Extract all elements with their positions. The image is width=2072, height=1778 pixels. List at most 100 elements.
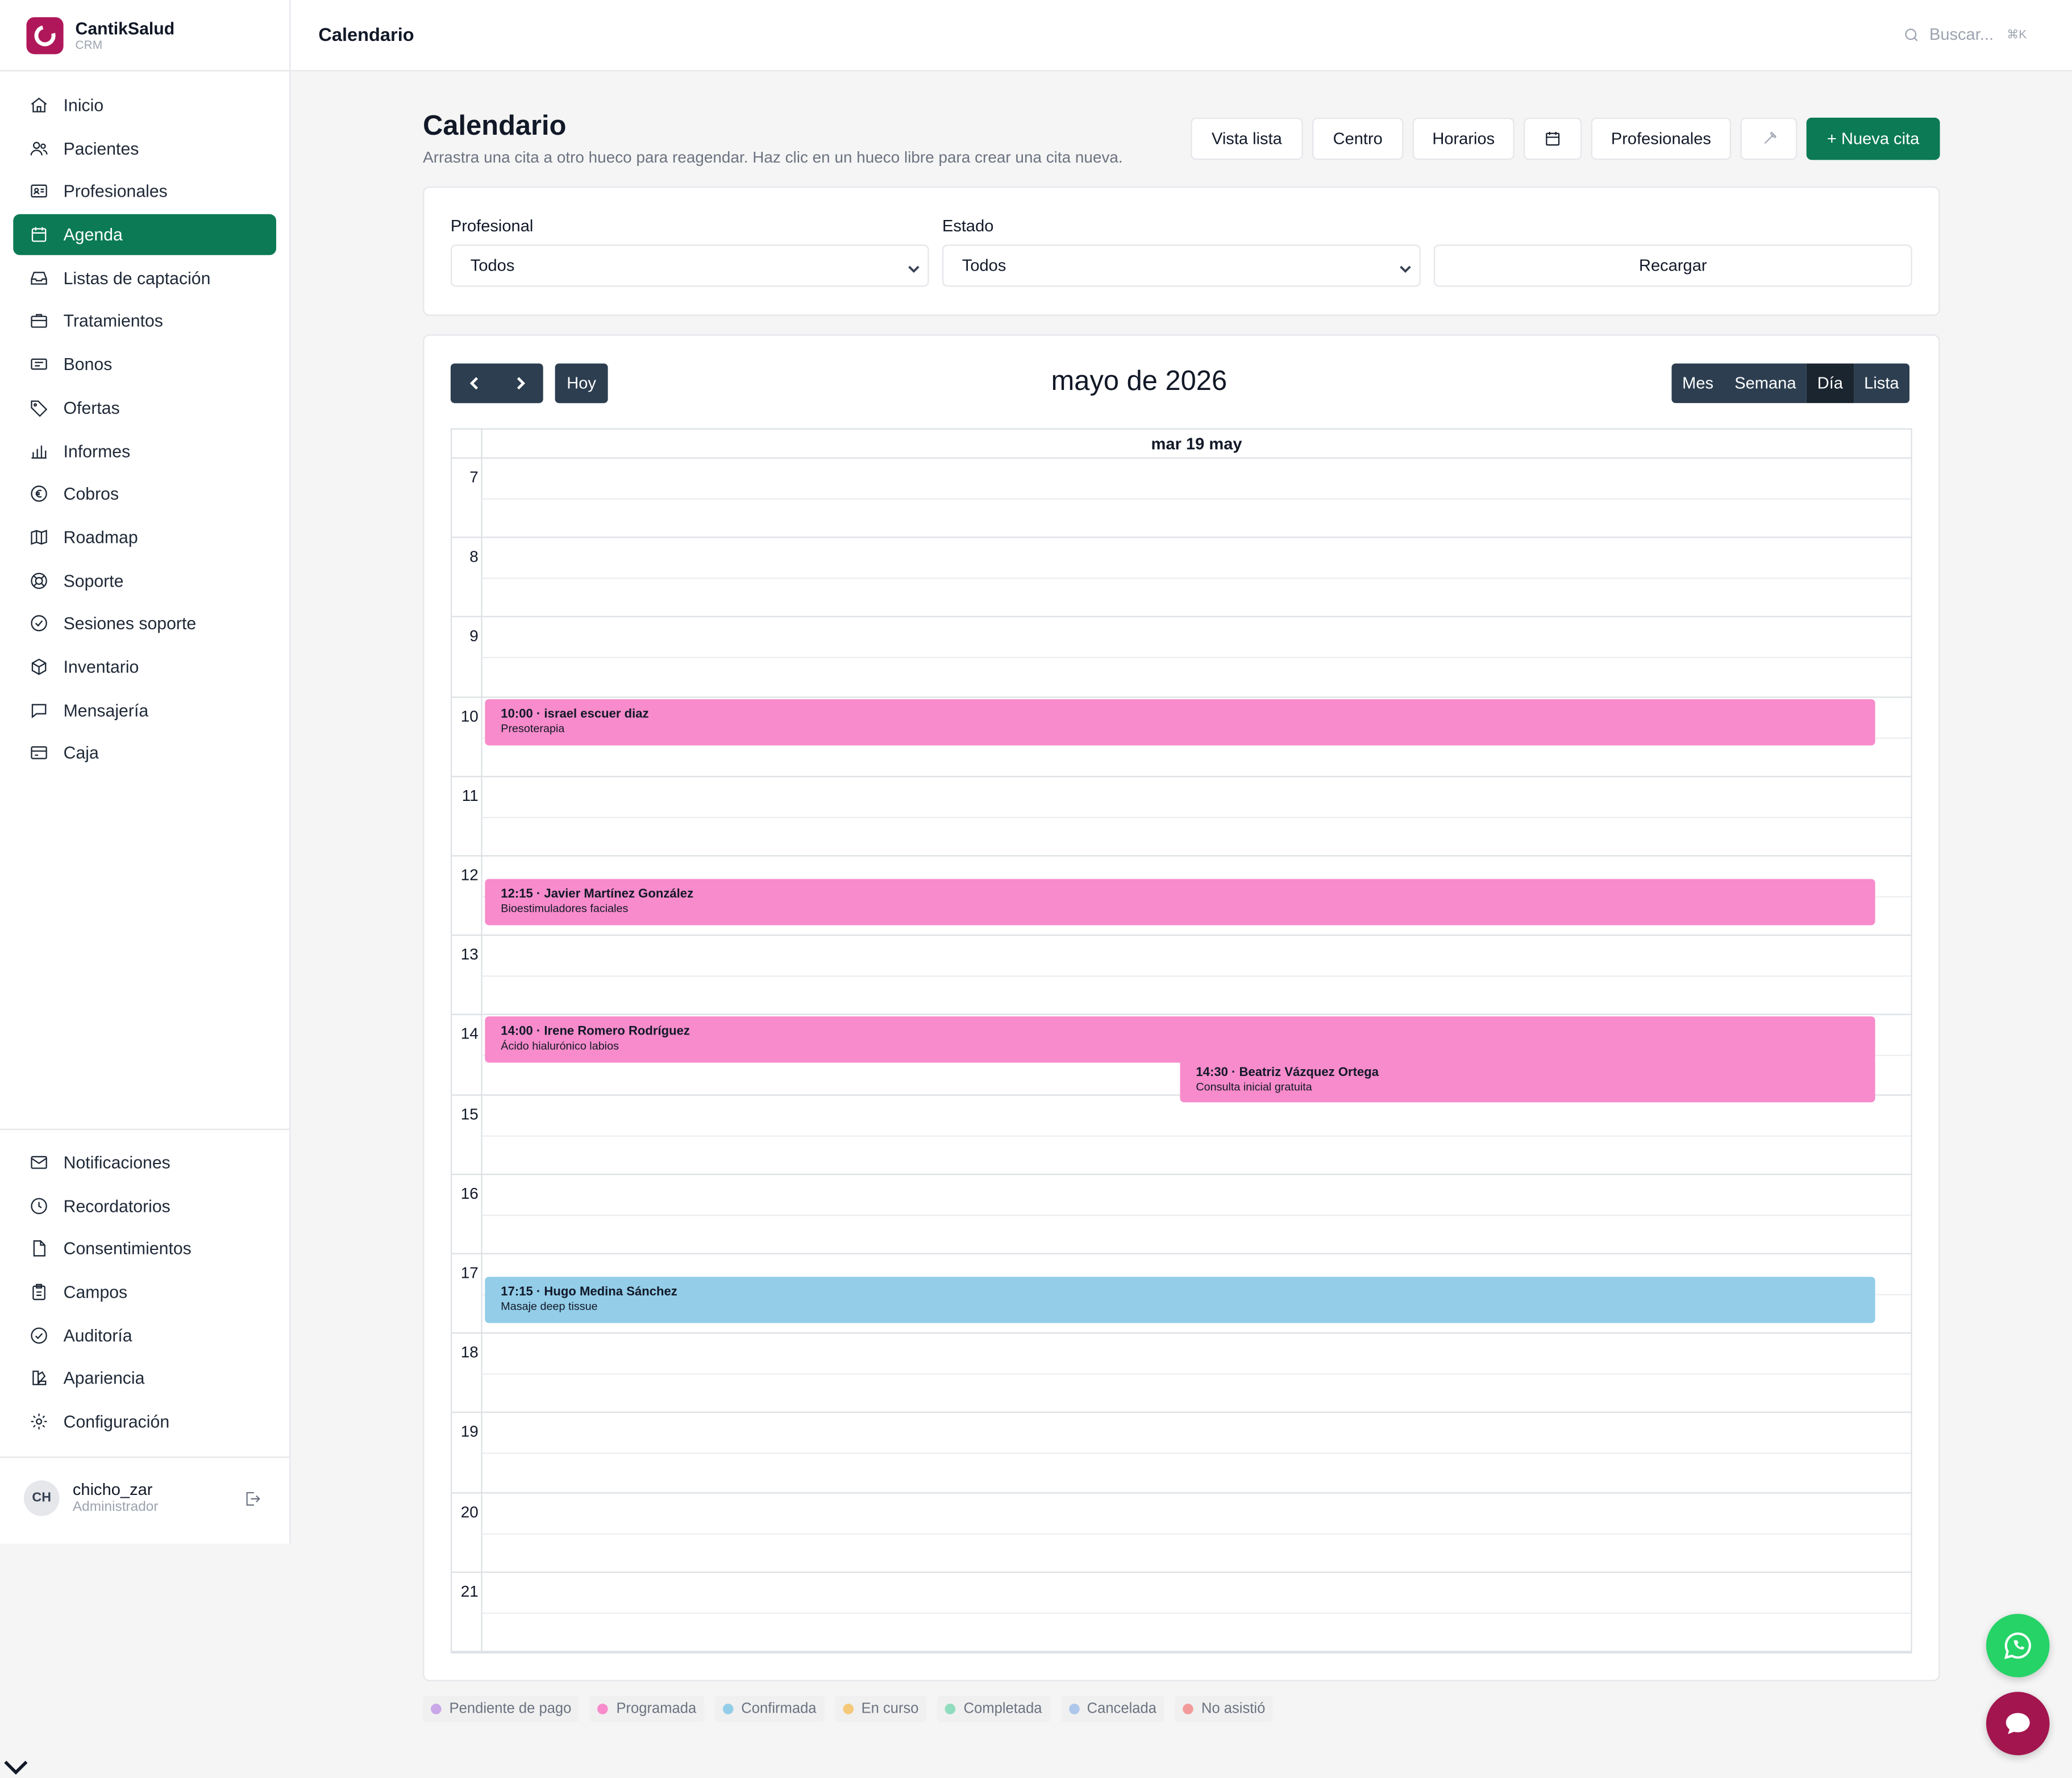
sidebar-item-caja[interactable]: Caja <box>13 733 276 774</box>
legend-label: Pendiente de pago <box>449 1701 572 1717</box>
sidebar-item-bonos[interactable]: Bonos <box>13 344 276 385</box>
sidebar-item-inventario[interactable]: Inventario <box>13 646 276 687</box>
sidebar-item-label: Agenda <box>63 225 123 245</box>
legend-item: No asistió <box>1175 1696 1274 1722</box>
new-appointment-button[interactable]: + Nueva cita <box>1806 117 1940 160</box>
legend-label: Confirmada <box>741 1701 817 1717</box>
sidebar-item-roadmap[interactable]: Roadmap <box>13 517 276 558</box>
prev-button[interactable] <box>451 363 497 403</box>
chevron-left-icon <box>469 377 477 390</box>
hour-row[interactable]: 15 <box>452 1095 1911 1175</box>
sidebar-item-agenda[interactable]: Agenda <box>13 214 276 255</box>
hour-row[interactable]: 18 <box>452 1334 1911 1414</box>
hour-row[interactable]: 11 <box>452 777 1911 857</box>
sidebar-item-auditoria[interactable]: Auditoría <box>13 1315 276 1356</box>
file-icon <box>28 1239 49 1260</box>
hour-row[interactable]: 9 <box>452 618 1911 697</box>
user-profile[interactable]: CH chicho_zar Administrador <box>23 1480 268 1517</box>
brand-name: CantikSalud <box>75 18 175 38</box>
appointment-event[interactable]: 12:15 · Javier Martínez González Bioestim… <box>485 878 1875 925</box>
sidebar-item-recordatorios[interactable]: Recordatorios <box>13 1185 276 1226</box>
professional-select-value: Todos <box>470 256 515 275</box>
sidebar-item-pacientes[interactable]: Pacientes <box>13 128 276 169</box>
logout-icon[interactable] <box>243 1490 262 1509</box>
legend-item: Confirmada <box>714 1696 825 1722</box>
legend-dot-icon <box>1183 1704 1194 1714</box>
check-circle-icon <box>28 613 49 634</box>
sidebar-item-soporte[interactable]: Soporte <box>13 560 276 601</box>
inbox-icon <box>28 267 49 288</box>
today-button[interactable]: Hoy <box>555 363 608 404</box>
hour-row[interactable]: 21 <box>452 1573 1911 1652</box>
chevron-right-icon <box>516 377 525 390</box>
sidebar-item-tratamientos[interactable]: Tratamientos <box>13 301 276 342</box>
credit-card-icon <box>28 742 49 763</box>
id-card-icon <box>28 181 49 202</box>
hour-label: 7 <box>469 468 479 487</box>
sidebar-item-label: Configuración <box>63 1411 170 1432</box>
sidebar-item-configuracion[interactable]: Configuración <box>13 1401 276 1442</box>
brand[interactable]: CantikSalud CRM <box>0 0 290 72</box>
sidebar-item-label: Soporte <box>63 570 124 591</box>
appointment-event[interactable]: 14:30 · Beatriz Vázquez Ortega Consulta i… <box>1180 1057 1875 1103</box>
sidebar-item-campos[interactable]: Campos <box>13 1272 276 1312</box>
box-icon <box>28 656 49 677</box>
day-header-label: mar 19 may <box>1151 435 1242 454</box>
professionals-button[interactable]: Profesionales <box>1591 117 1732 160</box>
sidebar-item-profesionales[interactable]: Profesionales <box>13 171 276 212</box>
hour-row[interactable]: 20 <box>452 1493 1911 1573</box>
appointment-title: 12:15 · Javier Martínez González <box>501 886 694 902</box>
tools-button[interactable] <box>1740 117 1798 160</box>
hour-row[interactable]: 19 <box>452 1414 1911 1493</box>
schedules-button[interactable]: Horarios <box>1412 117 1515 160</box>
view-list-button[interactable]: Lista <box>1853 363 1910 404</box>
sidebar-item-sesiones-soporte[interactable]: Sesiones soporte <box>13 603 276 644</box>
appointment-title: 14:30 · Beatriz Vázquez Ortega <box>1196 1065 1379 1079</box>
chat-bubble-icon <box>2006 1713 2030 1734</box>
hour-row[interactable]: 13 <box>452 936 1911 1016</box>
sidebar-item-apariencia[interactable]: Apariencia <box>13 1358 276 1399</box>
day-grid[interactable]: mar 19 may 7 8 9 10 11 12 13 14 15 16 17 18 19 20 21 10… <box>450 428 1912 1654</box>
appointment-event[interactable]: 10:00 · israel escuer diaz Presoterapia <box>485 699 1875 745</box>
status-select[interactable]: Todos <box>942 244 1421 287</box>
sidebar-item-inicio[interactable]: Inicio <box>13 85 276 126</box>
calendar-icon <box>28 224 49 245</box>
professional-select[interactable]: Todos <box>450 244 929 287</box>
sidebar-item-listas-de-captacion[interactable]: Listas de captación <box>13 257 276 298</box>
appointment-title: 10:00 · israel escuer diaz <box>501 707 649 721</box>
half-hour-line <box>482 657 1911 659</box>
sidebar-item-label: Bonos <box>63 354 113 375</box>
list-view-button[interactable]: Vista lista <box>1191 117 1303 160</box>
view-week-button[interactable]: Semana <box>1724 363 1807 404</box>
hour-label: 15 <box>460 1104 479 1123</box>
badge-check-icon <box>28 1325 49 1346</box>
reload-button[interactable]: Recargar <box>1433 244 1912 287</box>
chat-button[interactable] <box>1986 1692 2050 1755</box>
sidebar-item-mensajeria[interactable]: Mensajería <box>13 689 276 730</box>
date-picker-button[interactable] <box>1524 117 1582 160</box>
hour-row[interactable]: 8 <box>452 538 1911 618</box>
view-day-button[interactable]: Día <box>1807 363 1854 404</box>
search-bar[interactable]: Buscar... ⌘K <box>1903 25 2027 44</box>
hour-row[interactable]: 16 <box>452 1175 1911 1254</box>
legend-item: En curso <box>835 1696 927 1722</box>
chevron-down-icon[interactable] <box>3 1758 30 1777</box>
search-icon <box>1905 28 1918 41</box>
center-button[interactable]: Centro <box>1312 117 1404 160</box>
appointment-event[interactable]: 17:15 · Hugo Medina Sánchez Masaje deep t… <box>485 1276 1875 1323</box>
whatsapp-button[interactable] <box>1986 1614 2050 1677</box>
hour-row[interactable]: 7 <box>452 459 1911 538</box>
hour-label: 11 <box>461 786 479 805</box>
view-switcher: Mes Semana Día Lista <box>1671 363 1910 404</box>
sidebar-divider <box>0 1456 291 1458</box>
view-month-button[interactable]: Mes <box>1671 363 1724 404</box>
sidebar-item-ofertas[interactable]: Ofertas <box>13 387 276 428</box>
half-hour-line <box>482 498 1911 500</box>
sidebar-item-cobros[interactable]: Cobros <box>13 473 276 514</box>
sidebar-item-consentimientos[interactable]: Consentimientos <box>13 1228 276 1269</box>
sidebar-item-informes[interactable]: Informes <box>13 430 276 471</box>
next-button[interactable] <box>497 363 543 403</box>
sidebar-item-notificaciones[interactable]: Notificaciones <box>13 1142 276 1183</box>
wrench-icon <box>1763 131 1776 144</box>
appointment-event[interactable]: 14:00 · Irene Romero Rodríguez Ácido hial… <box>485 1017 1875 1064</box>
